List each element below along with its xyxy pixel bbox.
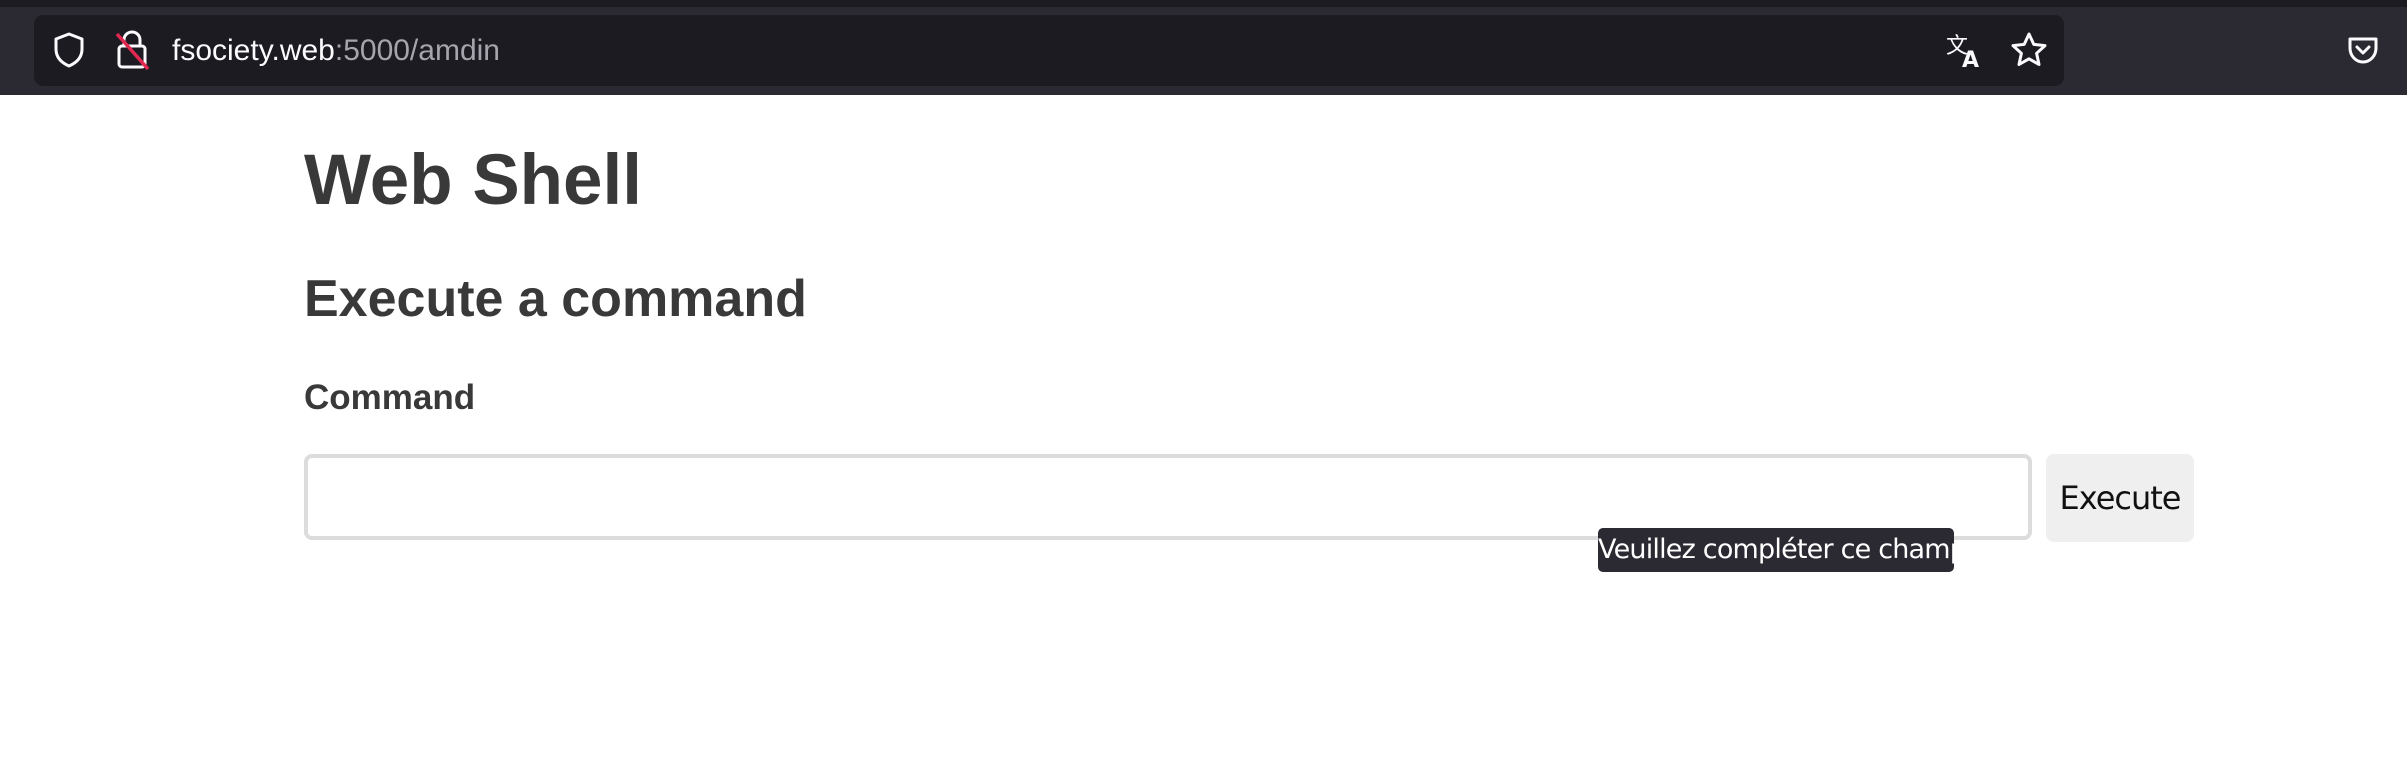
validation-tooltip: Veuillez compléter ce champ. [1598,528,1975,572]
svg-text:A: A [1962,48,1979,71]
pocket-icon[interactable] [2344,31,2382,69]
url-host: fsociety.web [172,34,335,67]
page-title: Web Shell [304,141,642,220]
translate-icon[interactable]: 文 A [1944,29,1986,71]
tracking-protection-shield-icon[interactable] [50,30,88,70]
tab-strip-edge [0,0,2407,7]
browser-toolbar: fsociety.web:5000/amdin 文 A [0,0,2407,95]
url-text[interactable]: fsociety.web:5000/amdin [172,31,500,71]
execute-button[interactable]: Execute [2046,454,2194,542]
section-heading: Execute a command [304,270,807,328]
command-label: Command [304,378,476,417]
insecure-connection-lock-icon[interactable] [112,28,152,72]
url-path: :5000/amdin [334,34,500,67]
page-content: Web Shell Execute a command Command Exec… [0,95,2407,762]
bookmark-star-icon[interactable] [2008,29,2050,71]
